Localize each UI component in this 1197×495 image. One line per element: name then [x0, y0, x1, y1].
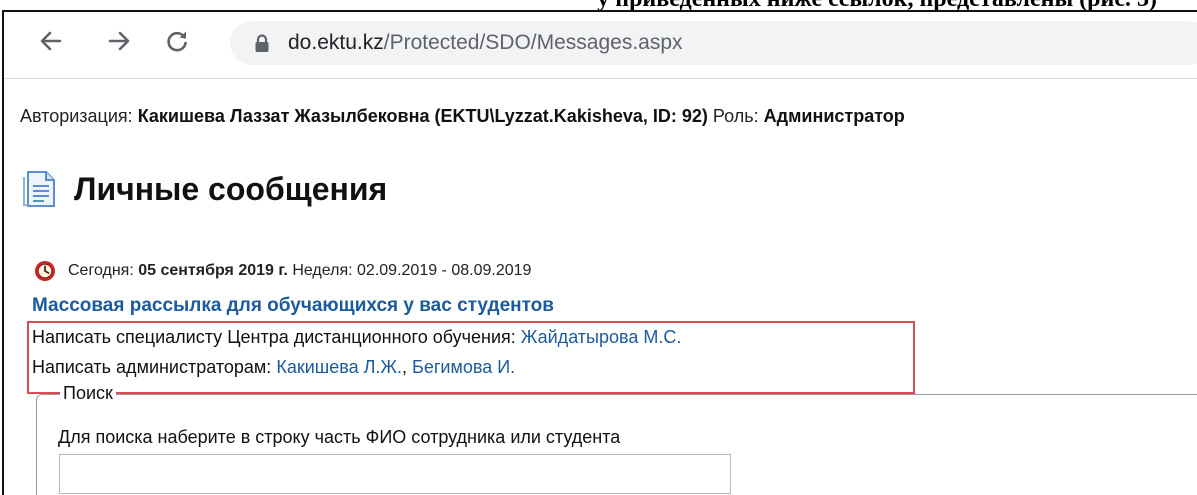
browser-window: do.ektu.kz/Protected/SDO/Messages.aspx А…	[2, 10, 1197, 495]
url-text: do.ektu.kz/Protected/SDO/Messages.aspx	[288, 31, 683, 55]
today-date: 05 сентября 2019 г.	[138, 262, 288, 279]
browser-toolbar: do.ektu.kz/Protected/SDO/Messages.aspx	[4, 12, 1197, 79]
admin-link-begimova[interactable]: Бегимова И.	[412, 357, 515, 377]
admins-prefix: Написать администраторам:	[32, 357, 272, 377]
authorization-line: Авторизация: Какишева Лаззат Жазылбековн…	[20, 106, 905, 127]
role-value: Администратор	[763, 106, 905, 126]
forward-button[interactable]	[102, 24, 136, 58]
url-domain: do.ektu.kz	[288, 31, 384, 54]
admins-contact-line: Написать администраторам: Какишева Л.Ж.,…	[32, 357, 515, 378]
back-arrow-icon	[40, 31, 62, 51]
search-input[interactable]	[59, 454, 731, 494]
lock-icon	[255, 34, 269, 52]
today-label: Сегодня:	[68, 262, 134, 279]
clock-icon	[35, 261, 55, 281]
auth-label: Авторизация:	[20, 106, 133, 126]
back-button[interactable]	[34, 24, 68, 58]
document-caption-fragment: у приведенных ниже ссылок, представлены …	[0, 0, 1197, 10]
specialist-prefix: Написать специалисту Центра дистанционно…	[32, 327, 516, 347]
mass-mailing-link[interactable]: Массовая рассылка для обучающихся у вас …	[32, 295, 554, 317]
admin-separator: ,	[402, 357, 408, 377]
today-row: Сегодня: 05 сентября 2019 г. Неделя: 02.…	[34, 260, 531, 282]
search-legend: Поиск	[60, 383, 116, 403]
specialist-link[interactable]: Жайдатырова М.С.	[521, 327, 682, 347]
week-label: Неделя:	[292, 262, 353, 279]
reload-icon	[167, 31, 187, 52]
auth-user: Какишева Лаззат Жазылбековна (EKTU\Lyzza…	[137, 106, 708, 126]
page-title: Личные сообщения	[74, 170, 388, 207]
role-label: Роль:	[712, 106, 759, 126]
admin-link-kakisheva[interactable]: Какишева Л.Ж.	[276, 357, 402, 377]
document-icon	[23, 171, 55, 207]
page-heading: Личные сообщения	[22, 164, 387, 214]
week-range: 02.09.2019 - 08.09.2019	[357, 262, 532, 279]
reload-button[interactable]	[160, 24, 194, 58]
url-path: /Protected/SDO/Messages.aspx	[383, 31, 683, 54]
search-hint: Для поиска наберите в строку часть ФИО с…	[58, 427, 621, 447]
address-bar[interactable]: do.ektu.kz/Protected/SDO/Messages.aspx	[230, 21, 1197, 65]
specialist-contact-line: Написать специалисту Центра дистанционно…	[32, 327, 681, 348]
forward-arrow-icon	[108, 31, 130, 51]
